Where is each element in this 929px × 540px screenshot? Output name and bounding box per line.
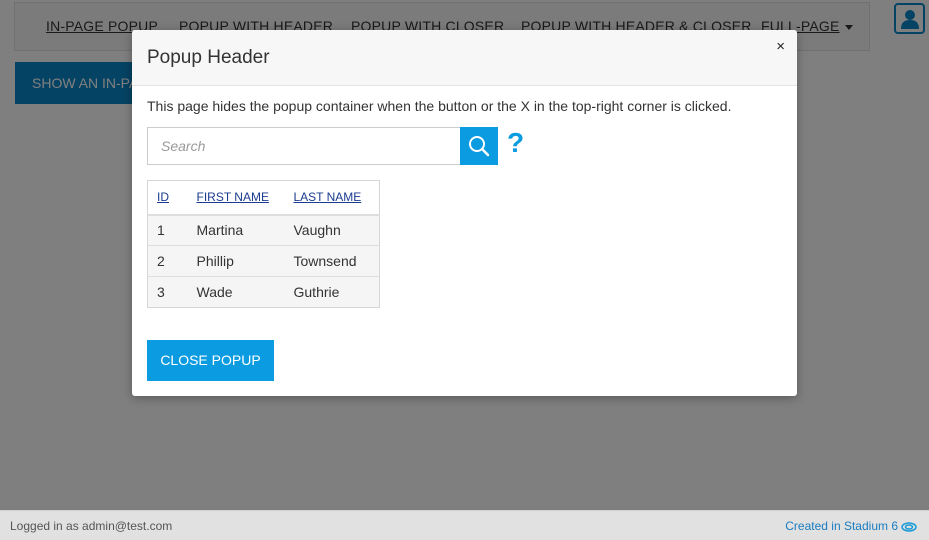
cell-last-name: Vaughn	[284, 214, 380, 246]
stadium-logo-icon	[901, 522, 917, 532]
popup-dialog: Popup Header × This page hides the popup…	[132, 30, 797, 396]
cell-first-name: Phillip	[187, 245, 285, 277]
logged-in-text: Logged in as admin@test.com	[10, 519, 173, 533]
popup-header: Popup Header ×	[132, 30, 797, 86]
table-row: 3 Wade Guthrie	[147, 276, 380, 308]
cell-id: 2	[147, 245, 188, 277]
column-header-first-name[interactable]: FIRST NAME	[187, 180, 285, 216]
table-row: 2 Phillip Townsend	[147, 245, 380, 277]
column-header-id[interactable]: ID	[147, 180, 188, 216]
created-in-stadium-link[interactable]: Created in Stadium 6	[785, 519, 917, 533]
popup-title: Popup Header	[147, 47, 270, 68]
cell-id: 1	[147, 214, 188, 246]
close-icon[interactable]: ×	[776, 38, 785, 55]
table-header-row: ID FIRST NAME LAST NAME	[147, 180, 380, 216]
close-popup-button[interactable]: CLOSE POPUP	[147, 340, 274, 381]
column-header-last-name[interactable]: LAST NAME	[284, 180, 380, 216]
cell-last-name: Townsend	[284, 245, 380, 277]
search-icon	[469, 136, 490, 157]
people-table: ID FIRST NAME LAST NAME 1 Martina Vaughn…	[147, 180, 380, 308]
cell-last-name: Guthrie	[284, 276, 380, 308]
search-button[interactable]	[460, 127, 498, 165]
cell-first-name: Wade	[187, 276, 285, 308]
popup-description: This page hides the popup container when…	[147, 98, 732, 114]
table-row: 1 Martina Vaughn	[147, 214, 380, 246]
search-input[interactable]	[147, 127, 461, 165]
help-icon[interactable]: ?	[507, 127, 524, 159]
cell-id: 3	[147, 276, 188, 308]
footer: Logged in as admin@test.com Created in S…	[0, 510, 929, 540]
cell-first-name: Martina	[187, 214, 285, 246]
created-in-stadium-text: Created in Stadium 6	[785, 519, 898, 533]
